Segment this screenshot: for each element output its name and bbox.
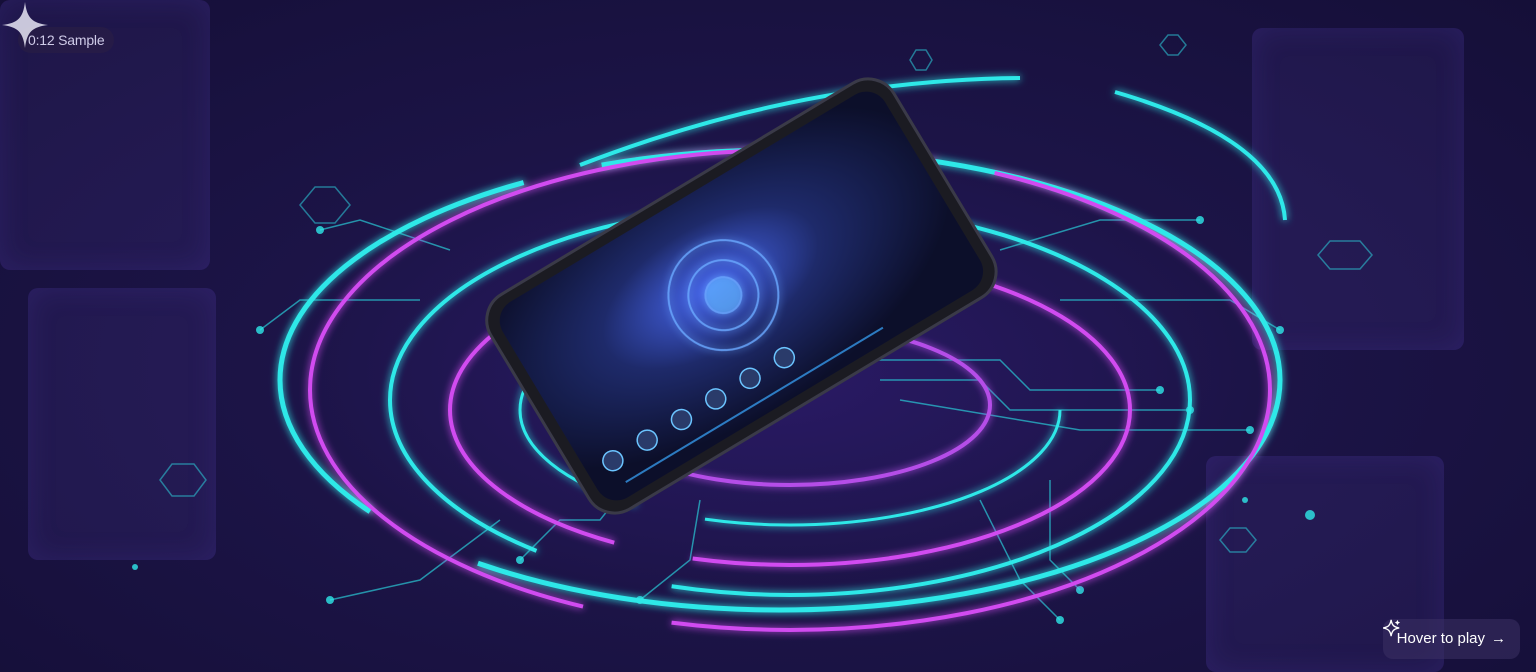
hover-to-play-label: Hover to play (1396, 630, 1485, 647)
sparkle-watermark-icon (2, 2, 48, 48)
hologram-illustration (132, 34, 1373, 632)
sparkle-icon (1382, 619, 1400, 637)
hover-to-play-button[interactable]: Hover to play → (1382, 619, 1520, 659)
smartphone (485, 77, 998, 515)
video-preview[interactable]: 0:12 Sample Hover to play → (0, 0, 1536, 672)
arrow-right-icon: → (1491, 630, 1506, 647)
